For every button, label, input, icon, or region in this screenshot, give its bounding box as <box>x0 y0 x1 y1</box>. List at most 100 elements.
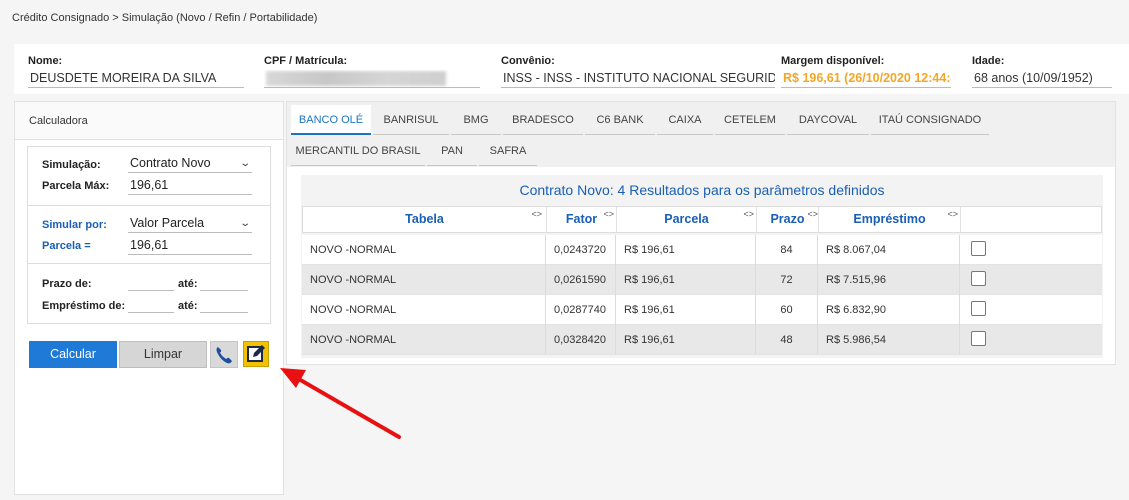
prazo-ate-input[interactable] <box>200 277 248 291</box>
cell-emprestimo: R$ 6.832,90 <box>818 295 960 325</box>
simulacao-select[interactable]: Contrato Novo ⌄ <box>128 155 252 173</box>
prazo-section: Prazo de: até: Empréstimo de: até: <box>28 263 270 323</box>
cell-emprestimo: R$ 8.067,04 <box>818 235 960 265</box>
tab-itau-consignado[interactable]: ITAÚ CONSIGNADO <box>871 105 989 135</box>
results-title: Contrato Novo: 4 Resultados para os parâ… <box>519 182 885 198</box>
redacted-cpf <box>266 71 446 86</box>
edit-button[interactable] <box>243 341 269 367</box>
header-emprestimo[interactable]: Empréstimo <> <box>819 207 961 232</box>
client-info-panel: Nome: DEUSDETE MOREIRA DA SILVA CPF / Ma… <box>14 44 1129 94</box>
sort-icon: <> <box>807 209 818 219</box>
prazo-de-input[interactable] <box>128 277 174 291</box>
margem-label: Margem disponível: <box>781 55 885 67</box>
cpf-value <box>264 70 480 88</box>
prazo-de-label: Prazo de: <box>42 278 92 290</box>
margem-field: Margem disponível: R$ 196,61 (26/10/2020… <box>781 55 951 88</box>
simular-por-select-value: Valor Parcela <box>130 216 205 230</box>
parcela-max-input[interactable]: 196,61 <box>128 177 252 195</box>
cpf-label: CPF / Matrícula: <box>264 55 348 67</box>
phone-button[interactable] <box>210 341 238 368</box>
tab-pan[interactable]: PAN <box>427 136 477 166</box>
parcela-input[interactable]: 196,61 <box>128 237 252 255</box>
cell-prazo: 48 <box>756 325 818 355</box>
idade-label: Idade: <box>972 55 1005 67</box>
limpar-button[interactable]: Limpar <box>119 341 207 368</box>
header-fator[interactable]: Fator <> <box>547 207 617 232</box>
cell-tabela: NOVO -NORMAL <box>302 295 546 325</box>
simulation-results-panel: BANCO OLÉ BANRISUL BMG BRADESCO C6 BANK … <box>286 101 1116 365</box>
idade-field: Idade: 68 anos (10/09/1952) <box>972 55 1112 88</box>
emprestimo-de-input[interactable] <box>128 299 174 313</box>
cell-fator: 0,0261590 <box>546 265 616 295</box>
table-row[interactable]: NOVO -NORMAL 0,0287740 R$ 196,61 60 R$ 6… <box>302 295 1102 325</box>
header-prazo[interactable]: Prazo <> <box>757 207 819 232</box>
header-tabela[interactable]: Tabela <> <box>303 207 547 232</box>
calculator-panel: Calculadora Simulação: Contrato Novo ⌄ P… <box>14 101 284 495</box>
header-emprestimo-label: Empréstimo <box>853 212 926 226</box>
tab-safra[interactable]: SAFRA <box>479 136 537 166</box>
tab-bmg[interactable]: BMG <box>451 105 501 135</box>
calculator-form: Simulação: Contrato Novo ⌄ Parcela Máx: … <box>27 146 271 324</box>
results-section: Contrato Novo: 4 Resultados para os parâ… <box>301 175 1103 358</box>
header-parcela-label: Parcela <box>664 212 709 226</box>
row-checkbox[interactable] <box>971 331 986 346</box>
cell-parcela: R$ 196,61 <box>616 325 756 355</box>
idade-value: 68 anos (10/09/1952) <box>972 70 1112 88</box>
parcela-max-label: Parcela Máx: <box>42 180 110 192</box>
simulacao-section: Simulação: Contrato Novo ⌄ Parcela Máx: … <box>28 147 270 205</box>
cell-emprestimo: R$ 7.515,96 <box>818 265 960 295</box>
tab-banco-ole[interactable]: BANCO OLÉ <box>291 105 371 135</box>
tab-caixa[interactable]: CAIXA <box>657 105 713 135</box>
sort-icon: <> <box>603 209 614 219</box>
cell-tabela: NOVO -NORMAL <box>302 265 546 295</box>
row-checkbox[interactable] <box>971 301 986 316</box>
table-row[interactable]: NOVO -NORMAL 0,0328420 R$ 196,61 48 R$ 5… <box>302 325 1102 355</box>
phone-icon <box>216 347 232 364</box>
table-row[interactable]: NOVO -NORMAL 0,0261590 R$ 196,61 72 R$ 7… <box>302 265 1102 295</box>
emprestimo-ate-input[interactable] <box>200 299 248 313</box>
parcela-label: Parcela = <box>42 240 91 252</box>
cell-fator: 0,0287740 <box>546 295 616 325</box>
header-fator-label: Fator <box>565 212 598 226</box>
table-row[interactable]: NOVO -NORMAL 0,0243720 R$ 196,61 84 R$ 8… <box>302 235 1102 265</box>
cell-prazo: 84 <box>756 235 818 265</box>
breadcrumb: Crédito Consignado > Simulação (Novo / R… <box>12 12 318 24</box>
header-prazo-label: Prazo <box>770 212 805 226</box>
header-select <box>961 207 1101 232</box>
chevron-down-icon: ⌄ <box>238 158 251 169</box>
calculator-title: Calculadora <box>15 102 283 140</box>
chevron-down-icon: ⌄ <box>238 218 251 229</box>
cell-prazo: 72 <box>756 265 818 295</box>
simulacao-label: Simulação: <box>42 159 101 171</box>
cell-tabela: NOVO -NORMAL <box>302 235 546 265</box>
tab-daycoval[interactable]: DAYCOVAL <box>787 105 869 135</box>
header-parcela[interactable]: Parcela <> <box>617 207 757 232</box>
emprestimo-de-label: Empréstimo de: <box>42 300 126 312</box>
tab-cetelem[interactable]: CETELEM <box>715 105 785 135</box>
tab-banrisul[interactable]: BANRISUL <box>373 105 449 135</box>
tab-c6-bank[interactable]: C6 BANK <box>585 105 655 135</box>
cell-parcela: R$ 196,61 <box>616 235 756 265</box>
nome-value: DEUSDETE MOREIRA DA SILVA <box>28 70 244 88</box>
tab-bradesco[interactable]: BRADESCO <box>503 105 583 135</box>
edit-icon <box>247 345 265 362</box>
nome-field: Nome: DEUSDETE MOREIRA DA SILVA <box>28 55 244 88</box>
sort-icon: <> <box>531 209 542 219</box>
cell-parcela: R$ 196,61 <box>616 295 756 325</box>
convenio-field: Convênio: INSS - INSS - INSTITUTO NACION… <box>501 55 775 88</box>
calcular-button[interactable]: Calcular <box>29 341 117 368</box>
simulacao-select-value: Contrato Novo <box>130 156 211 170</box>
cpf-field: CPF / Matrícula: <box>264 55 480 88</box>
tab-mercantil-do-brasil[interactable]: MERCANTIL DO BRASIL <box>291 136 425 166</box>
nome-label: Nome: <box>28 55 63 67</box>
simular-por-section: Simular por: Valor Parcela ⌄ Parcela = 1… <box>28 205 270 263</box>
sort-icon: <> <box>947 209 958 219</box>
row-checkbox[interactable] <box>971 271 986 286</box>
results-table-header: Tabela <> Fator <> Parcela <> Prazo <> E… <box>302 206 1102 233</box>
convenio-label: Convênio: <box>501 55 555 67</box>
cell-tabela: NOVO -NORMAL <box>302 325 546 355</box>
cell-parcela: R$ 196,61 <box>616 265 756 295</box>
simular-por-select[interactable]: Valor Parcela ⌄ <box>128 215 252 233</box>
prazo-ate-label: até: <box>178 278 198 290</box>
row-checkbox[interactable] <box>971 241 986 256</box>
